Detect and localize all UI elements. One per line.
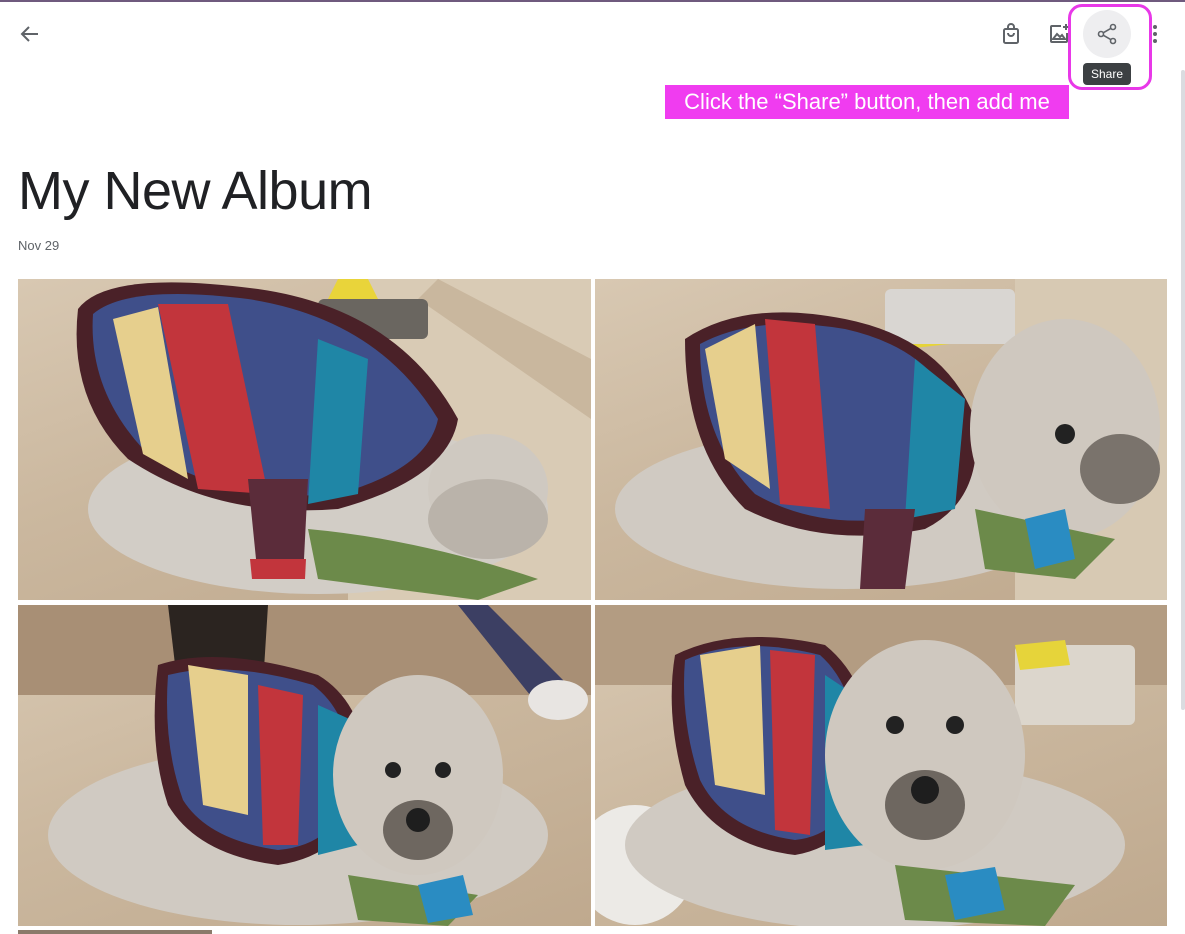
back-button[interactable] [6, 10, 54, 58]
album-toolbar [0, 2, 1185, 66]
share-icon [1097, 23, 1117, 45]
dog-photo-image [76, 279, 591, 600]
photo-tile[interactable] [18, 279, 591, 600]
dog-photo-image [615, 279, 1167, 600]
share-button[interactable] [1083, 10, 1131, 58]
photo-tile[interactable] [595, 279, 1167, 600]
photo-tile[interactable] [18, 605, 591, 926]
shopping-bag-icon [1003, 23, 1019, 44]
share-tooltip: Share [1083, 63, 1131, 85]
page-scrollbar[interactable] [1181, 70, 1185, 710]
album-title[interactable]: My New Album [18, 160, 373, 222]
dog-photo-image [18, 605, 591, 926]
add-photo-icon [1050, 24, 1069, 43]
photo-tile[interactable] [595, 605, 1167, 926]
instruction-callout: Click the “Share” button, then add me [665, 85, 1069, 119]
order-photos-button[interactable] [987, 10, 1035, 58]
album-date: Nov 29 [18, 238, 60, 253]
more-options-button[interactable] [1131, 10, 1179, 58]
next-photo-row-edge [18, 930, 212, 934]
arrow-back-icon [20, 26, 38, 42]
add-photos-button[interactable] [1035, 10, 1083, 58]
more-vert-icon [1153, 25, 1157, 43]
dog-photo-image [595, 605, 1167, 926]
